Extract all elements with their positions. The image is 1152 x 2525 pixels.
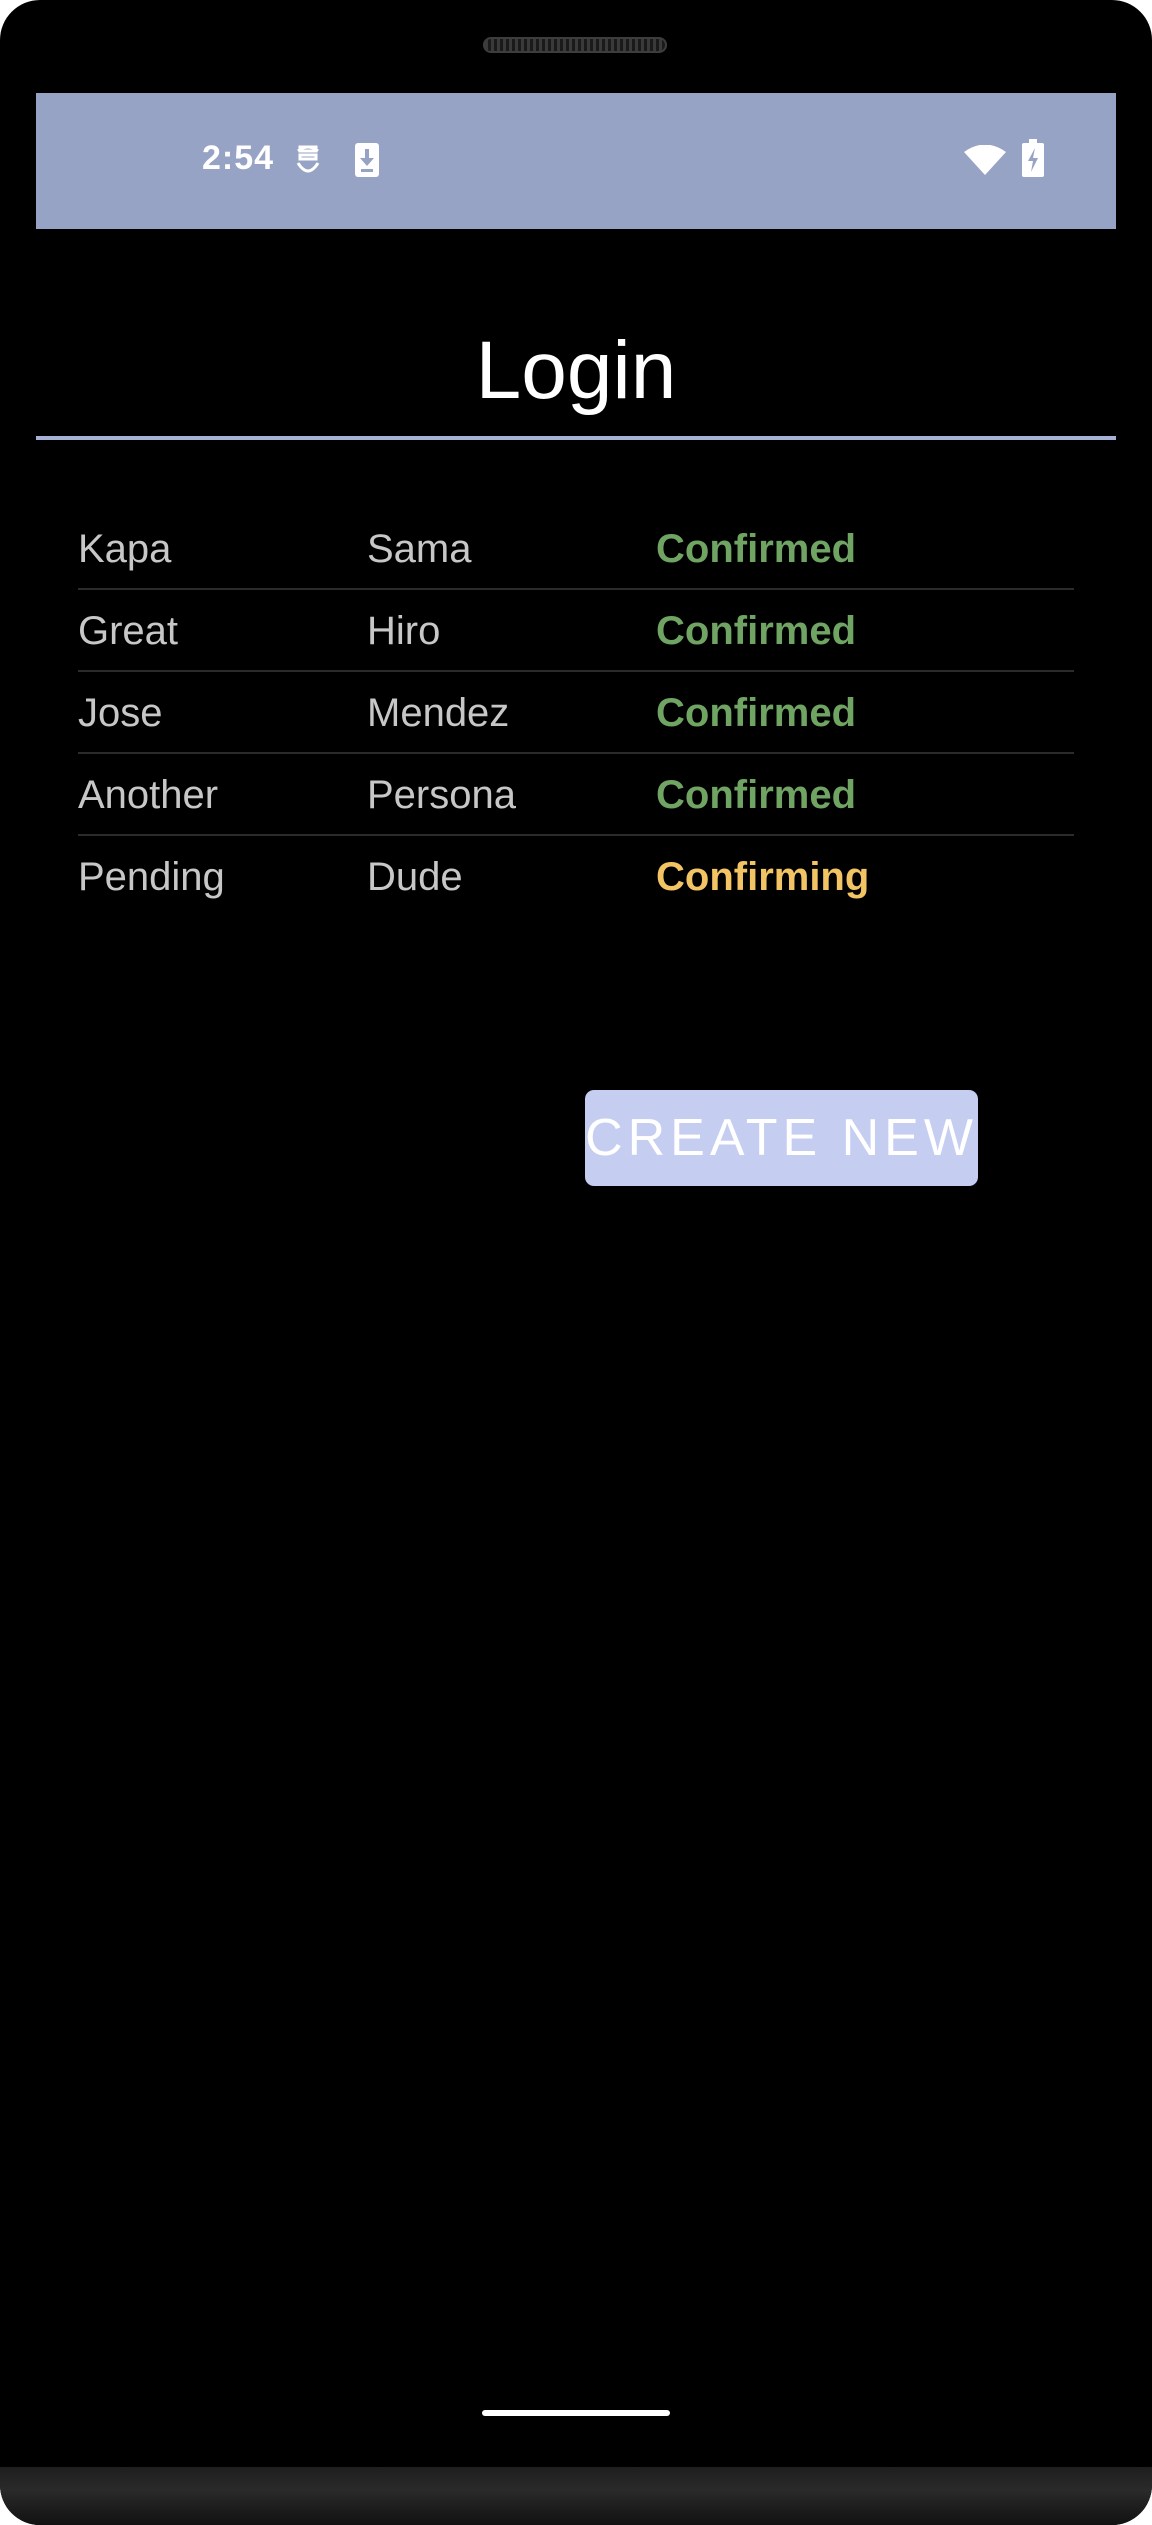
create-new-button[interactable]: CREATE NEW [585, 1090, 978, 1186]
status-bar: 2:54 [36, 93, 1116, 229]
first-name-cell: Great [78, 609, 179, 653]
table-row: Kapa Sama Confirmed [78, 508, 1074, 590]
status-cell: Confirming [656, 855, 870, 899]
battery-charging-icon [1022, 139, 1044, 177]
app-notification-icon [296, 145, 320, 173]
last-name-cell: Dude [367, 855, 463, 899]
page-title: Login [475, 325, 677, 416]
table-row: Another Persona Confirmed [78, 754, 1074, 836]
first-name-cell: Jose [78, 691, 163, 735]
wifi-icon [964, 145, 1006, 175]
first-name-cell: Kapa [78, 527, 172, 571]
first-name-cell: Pending [78, 855, 225, 899]
status-time: 2:54 [202, 139, 275, 177]
last-name-cell: Hiro [367, 609, 441, 653]
last-name-cell: Persona [367, 773, 516, 817]
status-cell: Confirmed [656, 773, 856, 817]
speaker-grille [483, 37, 667, 53]
home-indicator[interactable] [482, 2410, 670, 2416]
entries-table: Kapa Sama Confirmed Great Hiro Confirmed… [78, 508, 1074, 918]
device-bottom-bezel [0, 2467, 1152, 2525]
last-name-cell: Mendez [367, 691, 510, 735]
status-cell: Confirmed [656, 691, 856, 735]
table-row: Jose Mendez Confirmed [78, 672, 1074, 754]
status-cell: Confirmed [656, 527, 856, 571]
table-row: Great Hiro Confirmed [78, 590, 1074, 672]
status-cell: Confirmed [656, 609, 856, 653]
title-bar: Login [36, 300, 1116, 440]
download-icon [355, 143, 379, 177]
last-name-cell: Sama [367, 527, 472, 571]
table-row: Pending Dude Confirming [78, 836, 1074, 918]
device-frame: 2:54 Login Kapa Sama Confirmed Great Hir… [0, 0, 1152, 2525]
first-name-cell: Another [78, 773, 219, 817]
